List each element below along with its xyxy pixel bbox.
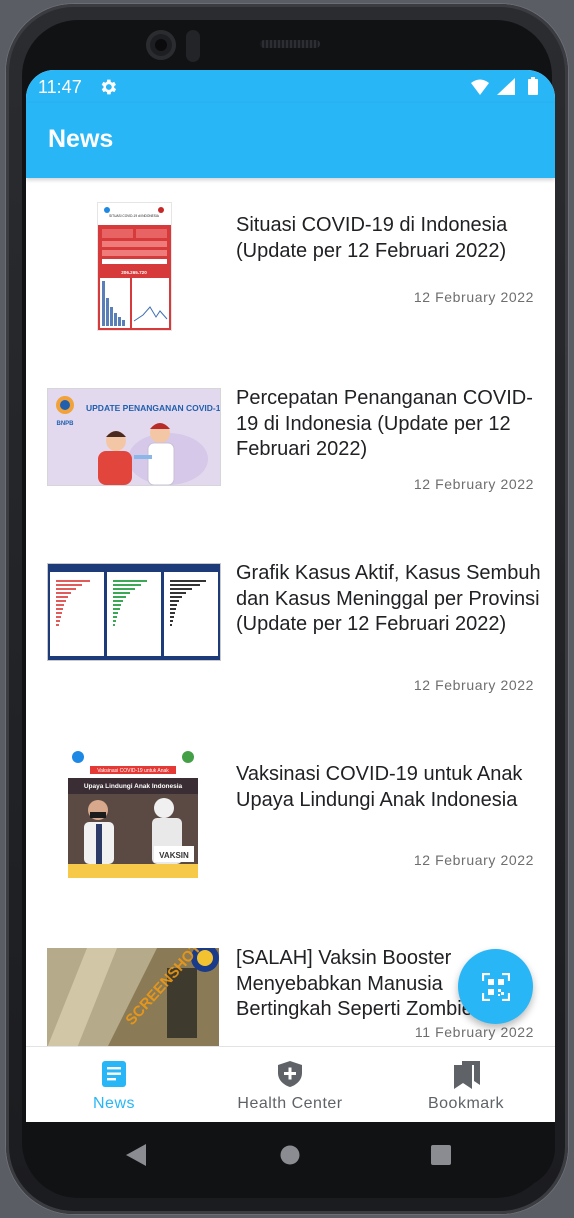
news-title: Vaksinasi COVID-19 untuk Anak Upaya Lind…	[236, 763, 523, 811]
hoax-screenshot: SCREENSHOT BY	[47, 948, 219, 1046]
vaksin-sign: VAKSIN	[159, 851, 189, 860]
news-thumbnail	[47, 563, 221, 661]
home-icon[interactable]	[280, 1145, 300, 1165]
signal-icon	[497, 78, 515, 95]
news-thumbnail: SCREENSHOT BY	[47, 948, 219, 1046]
back-icon[interactable]	[126, 1144, 146, 1166]
nav-label-health-center: Health Center	[237, 1095, 343, 1112]
news-thumbnail: BNPB UPDATE PENANGANAN COVID-19	[47, 388, 221, 486]
thumb-heading: UPDATE PENANGANAN COVID-19	[86, 403, 220, 413]
shield-plus-icon	[278, 1061, 302, 1087]
newspaper-icon	[102, 1061, 126, 1087]
news-title: Grafik Kasus Aktif, Kasus Sembuh dan Kas…	[236, 562, 541, 635]
infographic-total: 206.265.720	[121, 270, 147, 275]
screen: 11:47 News SITUASI COVID-19 di INDONESIA	[26, 70, 555, 1122]
status-bar: 11:47	[26, 70, 555, 103]
news-date: 12 February 2022	[413, 677, 534, 693]
news-list[interactable]: SITUASI COVID-19 di INDONESIA 206.265.72…	[26, 178, 555, 1046]
child-vaccination-photo: Vaksinasi COVID-19 untuk Anak Upaya Lind…	[68, 748, 198, 878]
news-thumbnail: SITUASI COVID-19 di INDONESIA 206.265.72…	[97, 202, 172, 331]
earpiece-speaker	[260, 40, 320, 48]
qr-scan-button[interactable]	[458, 949, 533, 1024]
news-item[interactable]: Grafik Kasus Aktif, Kasus Sembuh dan Kas…	[26, 556, 555, 746]
news-title: Situasi COVID-19 di Indonesia (Update pe…	[236, 214, 508, 262]
nav-label-bookmark: Bookmark	[427, 1095, 505, 1112]
covid-infographic: SITUASI COVID-19 di INDONESIA 206.265.72…	[98, 207, 171, 330]
covid-update-illustration: BNPB UPDATE PENANGANAN COVID-19	[56, 396, 220, 485]
front-camera	[146, 30, 176, 60]
recents-icon[interactable]	[431, 1145, 451, 1165]
vaccination-subtitle: Upaya Lindungi Anak Indonesia	[84, 783, 183, 790]
bookmarks-icon	[454, 1061, 480, 1089]
proximity-sensor	[186, 30, 200, 62]
bnpb-text: BNPB	[56, 421, 74, 427]
news-date: 12 February 2022	[413, 476, 534, 492]
wifi-icon	[471, 79, 489, 95]
news-date: 11 February 2022	[414, 1024, 534, 1040]
nav-label-news: News	[92, 1095, 135, 1112]
gear-icon	[101, 79, 117, 95]
bottom-navigation: News Health Center Bookmark	[26, 1046, 555, 1122]
news-thumbnail: Vaksinasi COVID-19 untuk Anak Upaya Lind…	[68, 748, 198, 878]
vaccination-banner: Vaksinasi COVID-19 untuk Anak	[97, 768, 169, 774]
nav-health-center[interactable]: Health Center	[202, 1047, 378, 1122]
nav-news[interactable]: News	[26, 1047, 202, 1122]
system-navigation-bar	[26, 1122, 555, 1188]
infographic-heading: SITUASI COVID-19 di INDONESIA	[109, 214, 160, 218]
status-time: 11:47	[38, 77, 82, 97]
qr-scan-icon	[482, 973, 510, 1001]
news-item[interactable]: Vaksinasi COVID-19 untuk Anak Upaya Lind…	[26, 748, 555, 928]
news-item[interactable]: SITUASI COVID-19 di INDONESIA 206.265.72…	[26, 178, 555, 348]
page-title: News	[48, 125, 114, 153]
province-cases-chart-image	[50, 572, 218, 656]
news-item[interactable]: BNPB UPDATE PENANGANAN COVID-19 Percepat…	[26, 378, 555, 528]
battery-icon	[528, 77, 538, 95]
news-date: 12 February 2022	[413, 852, 534, 868]
nav-bookmark[interactable]: Bookmark	[378, 1047, 554, 1122]
status-icons	[471, 77, 538, 95]
news-date: 12 February 2022	[413, 289, 534, 305]
news-title: Percepatan Penanganan COVID-19 di Indone…	[236, 387, 533, 460]
app-bar: News	[26, 103, 555, 178]
